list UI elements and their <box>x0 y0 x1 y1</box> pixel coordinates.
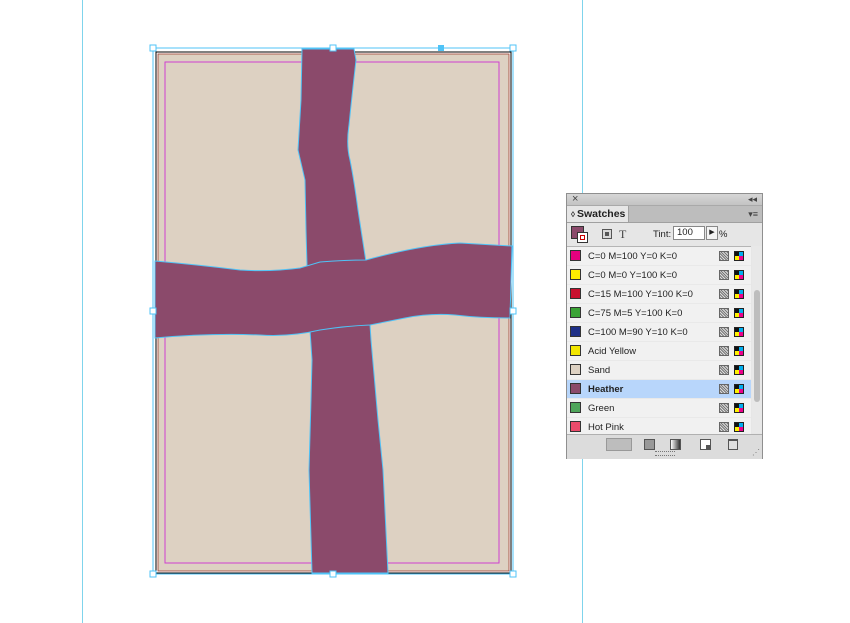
swatch-name: C=15 M=100 Y=100 K=0 <box>588 289 693 300</box>
swatch-row[interactable]: Green <box>567 399 751 418</box>
cmyk-mode-icon <box>734 289 744 299</box>
process-color-icon <box>719 365 729 375</box>
swatch-name: Hot Pink <box>588 422 624 433</box>
show-color-swatches-button[interactable] <box>644 439 655 450</box>
tint-dropdown-arrow-icon[interactable]: ▶ <box>706 226 718 240</box>
collapse-icon[interactable]: ◂◂ <box>748 192 757 206</box>
cmyk-mode-icon <box>734 403 744 413</box>
handle-bottom-left[interactable] <box>149 570 157 578</box>
handle-top-center[interactable] <box>329 44 337 52</box>
handle-middle-right[interactable] <box>509 307 517 315</box>
process-color-icon <box>719 384 729 394</box>
swatch-list-scrollbar[interactable] <box>752 246 762 433</box>
new-swatch-button[interactable] <box>700 439 711 450</box>
swatch-row[interactable]: C=75 M=5 Y=100 K=0 <box>567 304 751 323</box>
swatch-color-chip <box>570 364 581 375</box>
swatch-list[interactable]: C=0 M=100 Y=0 K=0 C=0 M=0 Y=100 K=0 C=15 M… <box>567 246 751 437</box>
swatch-color-chip <box>570 269 581 280</box>
swatch-color-chip <box>570 383 581 394</box>
swatch-row[interactable]: C=0 M=0 Y=100 K=0 <box>567 266 751 285</box>
process-color-icon <box>719 251 729 261</box>
swatch-name: Heather <box>588 384 624 395</box>
swatch-name: Green <box>588 403 615 414</box>
process-color-icon <box>719 308 729 318</box>
swatch-row[interactable]: C=100 M=90 Y=10 K=0 <box>567 323 751 342</box>
swatch-color-chip <box>570 326 581 337</box>
swatch-name: Sand <box>588 365 611 376</box>
panel-menu-icon[interactable]: ▾≡ <box>748 207 758 221</box>
show-all-swatches-button[interactable] <box>606 438 632 451</box>
tint-input[interactable]: 100 <box>673 226 705 240</box>
swatch-name: C=0 M=100 Y=0 K=0 <box>588 251 678 262</box>
updown-arrows-icon: ◊ <box>571 210 575 219</box>
cmyk-mode-icon <box>734 346 744 356</box>
cmyk-mode-icon <box>734 365 744 375</box>
swatch-row[interactable]: C=0 M=100 Y=0 K=0 <box>567 247 751 266</box>
cmyk-mode-icon <box>734 327 744 337</box>
panel-tab-row: ◊ Swatches ▾≡ <box>567 206 762 223</box>
handle-middle-left[interactable] <box>149 307 157 315</box>
formatting-affects-text-icon[interactable]: T <box>619 227 626 242</box>
swatch-toolrow: T Tint: 100 ▶ % <box>567 223 762 245</box>
swatch-name: C=75 M=5 Y=100 K=0 <box>588 308 683 319</box>
process-color-icon <box>719 270 729 280</box>
tint-label: Tint: <box>653 229 672 240</box>
scroll-thumb[interactable] <box>754 290 760 402</box>
formatting-affects-container-icon[interactable] <box>602 229 612 239</box>
swatch-row[interactable]: Sand <box>567 361 751 380</box>
swatch-color-chip <box>570 345 581 356</box>
swatch-row[interactable]: Acid Yellow <box>567 342 751 361</box>
cmyk-mode-icon <box>734 422 744 432</box>
swatch-color-chip <box>570 402 581 413</box>
panel-bottom-bar: ⋰ <box>567 434 762 459</box>
handle-bottom-center[interactable] <box>329 570 337 578</box>
swatches-panel: × ◂◂ ◊ Swatches ▾≡ T Tint: 100 ▶ % C=0 M=… <box>566 193 763 459</box>
handle-top-left[interactable] <box>149 44 157 52</box>
process-color-icon <box>719 403 729 413</box>
panel-titlebar[interactable]: × ◂◂ <box>567 192 762 206</box>
swatch-name: C=0 M=0 Y=100 K=0 <box>588 270 678 281</box>
panel-grip-handle[interactable] <box>655 451 675 456</box>
fill-stroke-control[interactable] <box>571 226 588 243</box>
swatch-name: C=100 M=90 Y=10 K=0 <box>588 327 688 338</box>
handle-bottom-right[interactable] <box>509 570 517 578</box>
content-grabber[interactable] <box>438 45 444 51</box>
process-color-icon <box>719 346 729 356</box>
swatch-row[interactable]: Heather <box>567 380 751 399</box>
swatch-color-chip <box>570 250 581 261</box>
swatch-color-chip <box>570 421 581 432</box>
tab-swatches[interactable]: ◊ Swatches <box>567 206 629 222</box>
show-gradient-swatches-button[interactable] <box>670 439 681 450</box>
swatch-row[interactable]: C=15 M=100 Y=100 K=0 <box>567 285 751 304</box>
swatch-name: Acid Yellow <box>588 346 637 357</box>
tab-swatches-label: Swatches <box>576 208 626 220</box>
process-color-icon <box>719 327 729 337</box>
resize-grip-icon[interactable]: ⋰ <box>752 448 760 457</box>
swatch-color-chip <box>570 288 581 299</box>
cmyk-mode-icon <box>734 308 744 318</box>
process-color-icon <box>719 289 729 299</box>
delete-swatch-icon[interactable] <box>728 439 738 450</box>
handle-top-right[interactable] <box>509 44 517 52</box>
cmyk-mode-icon <box>734 384 744 394</box>
stroke-swatch-icon[interactable] <box>577 232 588 243</box>
swatch-color-chip <box>570 307 581 318</box>
close-icon[interactable]: × <box>572 192 578 206</box>
tint-percent-label: % <box>719 229 728 240</box>
process-color-icon <box>719 422 729 432</box>
cmyk-mode-icon <box>734 251 744 261</box>
cmyk-mode-icon <box>734 270 744 280</box>
